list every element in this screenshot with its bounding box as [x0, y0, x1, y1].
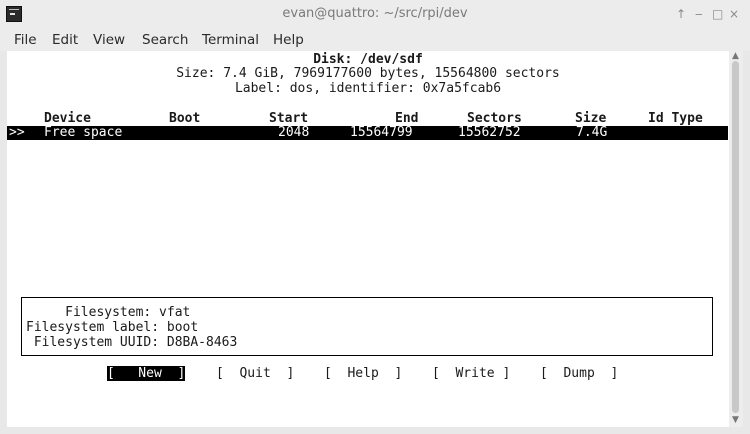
cell-device: Free space: [44, 125, 123, 140]
table-row[interactable]: >> Free space 2048 15564799 15562752 7.4…: [7, 126, 728, 140]
terminal-content[interactable]: Disk: /dev/sdf Size: 7.4 GiB, 7969177600…: [7, 51, 729, 427]
scroll-thumb[interactable]: [732, 61, 739, 413]
vertical-scrollbar[interactable]: ▲ ▼: [729, 51, 743, 427]
row-marker: >>: [9, 125, 25, 140]
help-button[interactable]: [ Help ]: [324, 366, 402, 381]
info-filesystem: Filesystem: vfat: [26, 305, 191, 320]
maximize-icon[interactable]: □: [712, 7, 723, 21]
col-header-end: End: [395, 111, 419, 126]
info-filesystem-label: Filesystem label: boot: [26, 320, 199, 335]
col-header-device: Device: [44, 111, 91, 126]
new-button[interactable]: [ New ]: [107, 366, 186, 381]
cell-start: 2048: [278, 125, 310, 140]
disk-title: Disk: /dev/sdf: [313, 52, 423, 67]
menu-search[interactable]: Search: [142, 32, 188, 48]
window-title: evan@quattro: ~/src/rpi/dev: [282, 6, 468, 21]
dump-button[interactable]: [ Dump ]: [540, 366, 618, 381]
cell-end: 15564799: [350, 125, 413, 140]
disk-size-line: Size: 7.4 GiB, 7969177600 bytes, 1556480…: [176, 66, 560, 81]
scroll-up-icon[interactable]: ▲: [732, 51, 739, 61]
quit-button[interactable]: [ Quit ]: [216, 366, 294, 381]
menu-file[interactable]: File: [14, 32, 37, 48]
col-header-idtype: Id Type: [648, 111, 703, 126]
scroll-down-icon[interactable]: ▼: [732, 415, 739, 425]
close-icon[interactable]: ×: [729, 7, 739, 21]
menu-help[interactable]: Help: [273, 32, 304, 48]
menu-terminal[interactable]: Terminal: [202, 32, 259, 48]
col-header-boot: Boot: [169, 111, 201, 126]
col-header-sectors: Sectors: [467, 111, 522, 126]
minimize-icon[interactable]: ‒: [695, 7, 703, 21]
terminal-window: evan@quattro: ~/src/rpi/dev ↑ ‒ □ × File…: [0, 0, 750, 434]
partition-info-box: Filesystem: vfat Filesystem label: boot …: [21, 297, 713, 356]
disk-label-line: Label: dos, identifier: 0x7a5fcab6: [234, 81, 502, 96]
col-header-start: Start: [269, 111, 309, 126]
menu-bar: File Edit View Search Terminal Help: [0, 29, 750, 51]
menu-view[interactable]: View: [93, 32, 125, 48]
menu-edit[interactable]: Edit: [52, 32, 78, 48]
col-header-size: Size: [575, 111, 607, 126]
cell-sectors: 15562752: [458, 125, 521, 140]
cell-size: 7.4G: [576, 125, 608, 140]
info-filesystem-uuid: Filesystem UUID: D8BA-8463: [26, 335, 238, 350]
title-bar[interactable]: evan@quattro: ~/src/rpi/dev ↑ ‒ □ ×: [0, 0, 750, 30]
shade-up-icon[interactable]: ↑: [676, 7, 686, 21]
write-button[interactable]: [ Write ]: [432, 366, 510, 381]
